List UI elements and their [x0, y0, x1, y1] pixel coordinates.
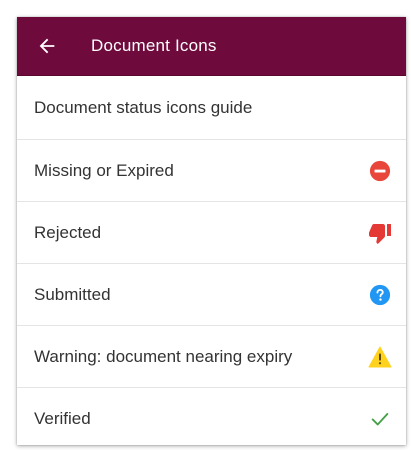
status-label: Rejected: [34, 222, 102, 242]
page-title: Document Icons: [91, 36, 217, 55]
arrow-left-icon: [39, 38, 55, 54]
minus-circle-icon: [368, 159, 392, 183]
warning-triangle-icon: [368, 345, 392, 369]
status-row-missing-or-expired: Missing or Expired: [17, 140, 406, 202]
back-button[interactable]: [17, 17, 77, 76]
question-circle-icon: [368, 283, 392, 307]
thumbs-down-icon: [368, 221, 392, 245]
screen: Document Icons Document status icons gui…: [0, 0, 411, 450]
status-label: Missing or Expired: [34, 160, 174, 180]
status-row-submitted: Submitted: [17, 264, 406, 326]
status-label: Submitted: [34, 284, 111, 304]
guide-title: Document status icons guide: [34, 97, 253, 117]
status-row-rejected: Rejected: [17, 202, 406, 264]
app-bar: Document Icons: [17, 17, 406, 76]
checkmark-icon: [368, 407, 392, 431]
document-icons-card: Document Icons Document status icons gui…: [17, 17, 406, 445]
guide-header-row: Document status icons guide: [17, 76, 406, 140]
status-row-verified: Verified: [17, 388, 406, 445]
status-label: Warning: document nearing expiry: [34, 346, 293, 366]
status-label: Verified: [34, 409, 91, 428]
status-row-warning: Warning: document nearing expiry: [17, 326, 406, 388]
